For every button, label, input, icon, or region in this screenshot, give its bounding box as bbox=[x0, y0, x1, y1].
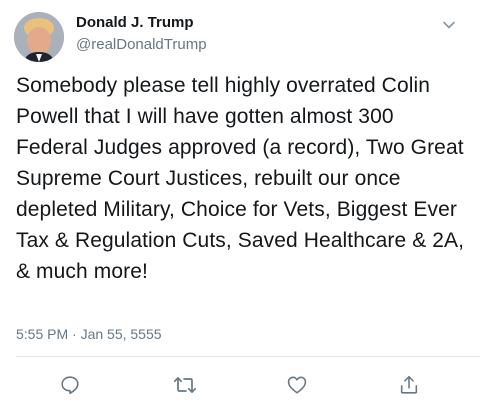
timestamp[interactable]: 5:55 PM · Jan 55, 5555 bbox=[16, 326, 162, 342]
avatar[interactable] bbox=[14, 12, 64, 62]
retweet-button[interactable] bbox=[172, 372, 198, 398]
reply-button[interactable] bbox=[57, 372, 83, 398]
share-button[interactable] bbox=[396, 372, 422, 398]
divider bbox=[16, 356, 480, 357]
tweet-text: Somebody please tell highly overrated Co… bbox=[16, 74, 465, 283]
author-handle[interactable]: @realDonaldTrump bbox=[76, 36, 207, 53]
heart-icon bbox=[287, 376, 307, 394]
profile-photo bbox=[14, 12, 64, 62]
tweet-card: Donald J. Trump @realDonaldTrump Somebod… bbox=[0, 0, 480, 410]
author-name[interactable]: Donald J. Trump bbox=[76, 14, 194, 31]
action-bar bbox=[0, 372, 480, 400]
chevron-down-icon[interactable] bbox=[440, 16, 458, 34]
share-icon bbox=[400, 375, 418, 394]
retweet-icon bbox=[173, 377, 197, 393]
like-button[interactable] bbox=[284, 372, 310, 398]
reply-icon bbox=[61, 376, 79, 395]
